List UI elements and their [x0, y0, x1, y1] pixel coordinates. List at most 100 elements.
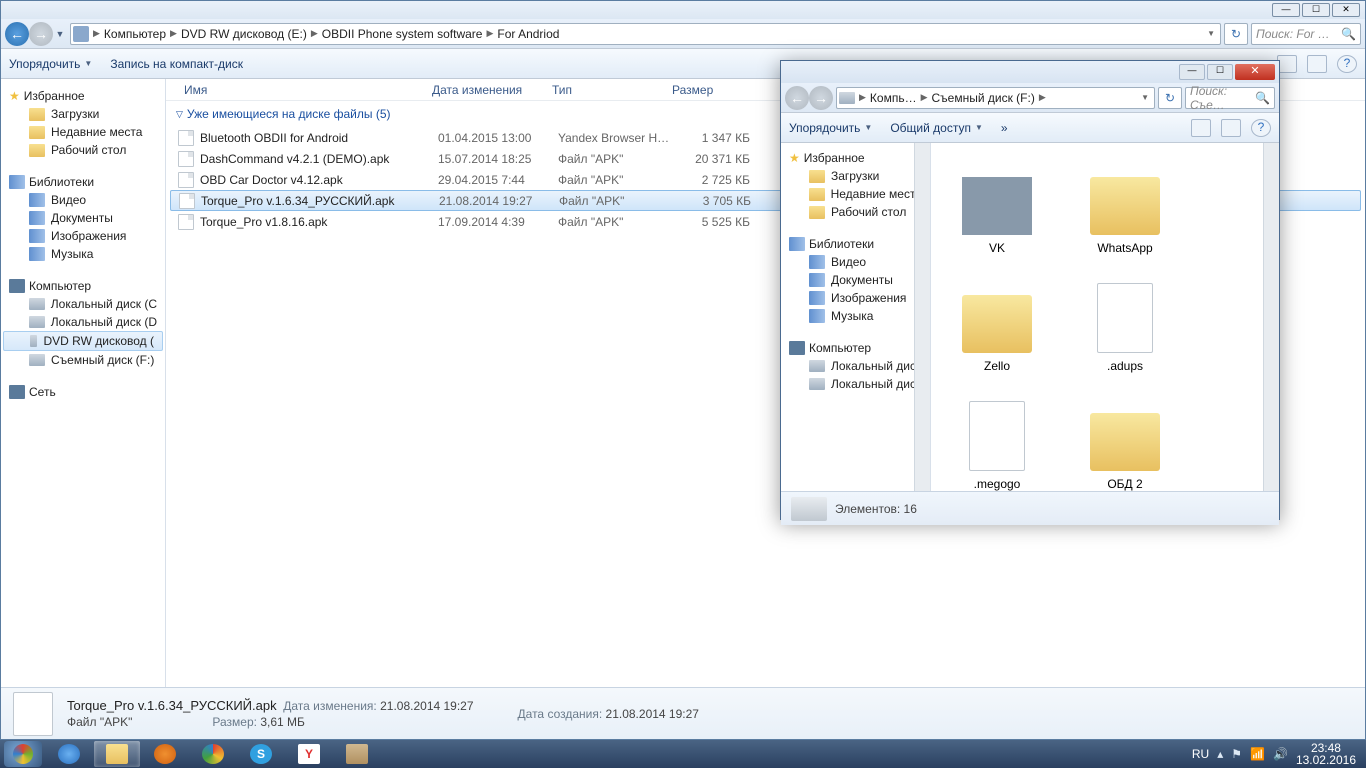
scrollbar[interactable] [1263, 143, 1279, 491]
tray-volume-icon[interactable]: 🔊 [1273, 747, 1288, 761]
chevron-right-icon: ▶ [486, 28, 493, 39]
nav-item-drive-c[interactable]: Локальный диск (C [1, 295, 165, 313]
drive-icon [73, 26, 89, 42]
help-button[interactable]: ? [1337, 55, 1357, 73]
start-button[interactable] [4, 741, 42, 767]
tray-network-icon[interactable]: 📶 [1250, 747, 1265, 761]
minimize-button[interactable]: — [1272, 3, 1300, 17]
sec-maximize-button[interactable]: ☐ [1207, 64, 1233, 80]
file-date: 17.09.2014 4:39 [438, 215, 558, 229]
sec-nav-item[interactable]: Музыка [781, 307, 930, 325]
grid-item[interactable]: VK [937, 149, 1057, 259]
sec-file-grid: VK WhatsApp Zello .adups.megogoОБД 2 [931, 143, 1263, 491]
sec-nav-item[interactable]: Загрузки [781, 167, 930, 185]
grid-item[interactable]: WhatsApp [1065, 149, 1185, 259]
sec-refresh-button[interactable]: ↻ [1158, 87, 1182, 109]
column-name[interactable]: Имя [178, 83, 426, 97]
taskbar-app-explorer[interactable] [94, 741, 140, 767]
sec-libraries-header[interactable]: Библиотеки [781, 235, 930, 253]
sec-preview-pane[interactable] [1221, 119, 1241, 137]
sec-breadcrumb[interactable]: ▶ Компь… ▶ Съемный диск (F:) ▶ ▼ [836, 87, 1155, 109]
grid-item[interactable]: ОБД 2 [1065, 385, 1185, 491]
computer-header[interactable]: Компьютер [1, 277, 165, 295]
breadcrumb[interactable]: ▶ Компьютер ▶ DVD RW дисковод (E:) ▶ OBD… [70, 23, 1221, 45]
sec-nav-item[interactable]: Локальный диск [781, 375, 930, 393]
sec-computer-header[interactable]: Компьютер [781, 339, 930, 357]
organize-menu[interactable]: Упорядочить▼ [9, 57, 92, 71]
drive-icon [29, 298, 45, 310]
nav-item-drive-f[interactable]: Съемный диск (F:) [1, 351, 165, 369]
taskbar-app-ie[interactable] [46, 741, 92, 767]
network-header[interactable]: Сеть [1, 383, 165, 401]
sec-share-menu[interactable]: Общий доступ▼ [890, 121, 983, 135]
nav-item-pictures[interactable]: Изображения [1, 227, 165, 245]
taskbar-app-skype[interactable]: S [238, 741, 284, 767]
tray-clock[interactable]: 23:48 13.02.2016 [1296, 742, 1362, 766]
nav-item-drive-d[interactable]: Локальный диск (D [1, 313, 165, 331]
details-size-value: 3,61 МБ [260, 715, 305, 729]
more-icon[interactable]: » [1001, 121, 1008, 135]
burn-button[interactable]: Запись на компакт-диск [110, 57, 243, 71]
taskbar-app-paint[interactable] [334, 741, 380, 767]
maximize-button[interactable]: ☐ [1302, 3, 1330, 17]
sec-nav-item[interactable]: Недавние места [781, 185, 930, 203]
nav-item-videos[interactable]: Видео [1, 191, 165, 209]
column-size[interactable]: Размер [666, 83, 746, 97]
breadcrumb-item[interactable]: For Andriod [493, 27, 563, 41]
sec-minimize-button[interactable]: — [1179, 64, 1205, 80]
breadcrumb-item[interactable]: Компьютер [100, 27, 170, 41]
music-icon [29, 247, 45, 261]
sec-nav-item[interactable]: Видео [781, 253, 930, 271]
sec-favorites-header[interactable]: ★Избранное [781, 149, 930, 167]
sec-view-options[interactable] [1191, 119, 1211, 137]
back-button[interactable]: ← [5, 22, 29, 46]
sec-help-button[interactable]: ? [1251, 119, 1271, 137]
breadcrumb-item[interactable]: Компь… [866, 91, 921, 105]
preview-pane-button[interactable] [1307, 55, 1327, 73]
column-type[interactable]: Тип [546, 83, 666, 97]
refresh-button[interactable]: ↻ [1224, 23, 1248, 45]
sec-nav-item[interactable]: Рабочий стол [781, 203, 930, 221]
forward-button[interactable]: → [29, 22, 53, 46]
sec-organize-menu[interactable]: Упорядочить▼ [789, 121, 872, 135]
nav-item-recent[interactable]: Недавние места [1, 123, 165, 141]
sec-nav-item[interactable]: Документы [781, 271, 930, 289]
tray-flag-icon[interactable]: ⚑ [1231, 747, 1242, 761]
breadcrumb-item[interactable]: OBDII Phone system software [318, 27, 487, 41]
breadcrumb-dropdown[interactable]: ▼ [1204, 29, 1218, 38]
tray-lang[interactable]: RU [1192, 747, 1209, 761]
nav-item-downloads[interactable]: Загрузки [1, 105, 165, 123]
taskbar-app-yandex[interactable]: Y [286, 741, 332, 767]
nav-item-drive-e[interactable]: DVD RW дисковод ( [3, 331, 163, 351]
breadcrumb-dropdown[interactable]: ▼ [1138, 93, 1152, 102]
grid-item[interactable]: .megogo [937, 385, 1057, 491]
sec-back-button[interactable]: ← [785, 86, 809, 110]
breadcrumb-item[interactable]: Съемный диск (F:) [928, 91, 1039, 105]
nav-item-music[interactable]: Музыка [1, 245, 165, 263]
grid-item[interactable]: .adups [1065, 267, 1185, 377]
history-dropdown[interactable]: ▼ [53, 23, 67, 45]
breadcrumb-item[interactable]: DVD RW дисковод (E:) [177, 27, 311, 41]
nav-item-desktop[interactable]: Рабочий стол [1, 141, 165, 159]
document-icon [809, 273, 825, 287]
sec-forward-button[interactable]: → [809, 86, 833, 110]
tray-chevron-icon[interactable]: ▴ [1217, 747, 1223, 761]
search-input[interactable]: Поиск: For … 🔍 [1251, 23, 1361, 45]
view-options-button[interactable] [1277, 55, 1297, 73]
file-icon [179, 193, 195, 209]
favorites-header[interactable]: ★Избранное [1, 87, 165, 105]
sec-close-button[interactable]: ✕ [1235, 64, 1275, 80]
scrollbar[interactable] [914, 143, 930, 491]
libraries-header[interactable]: Библиотеки [1, 173, 165, 191]
sec-nav-item[interactable]: Изображения [781, 289, 930, 307]
taskbar-app-chrome[interactable] [190, 741, 236, 767]
sec-nav-item[interactable]: Локальный диск [781, 357, 930, 375]
grid-item-label: VK [989, 241, 1005, 255]
column-date[interactable]: Дата изменения [426, 83, 546, 97]
nav-item-documents[interactable]: Документы [1, 209, 165, 227]
grid-item-label: Zello [984, 359, 1010, 373]
taskbar-app-wmp[interactable] [142, 741, 188, 767]
close-button[interactable]: ✕ [1332, 3, 1360, 17]
sec-search-input[interactable]: Поиск: Съе… 🔍 [1185, 87, 1275, 109]
grid-item[interactable]: Zello [937, 267, 1057, 377]
